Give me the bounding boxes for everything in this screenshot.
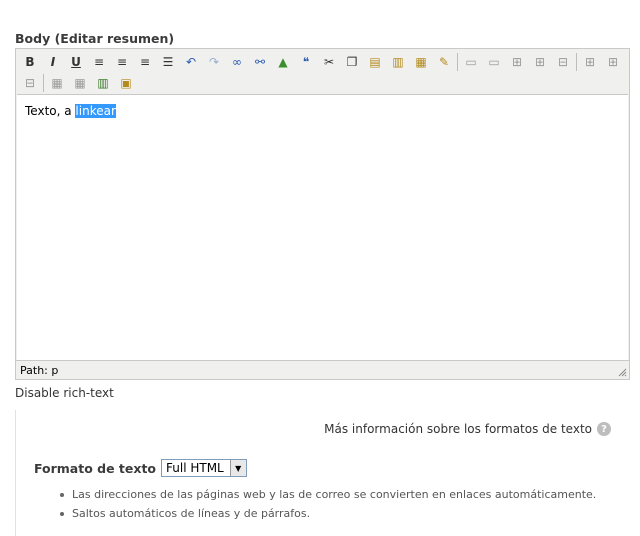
paste-text-button[interactable]: ▥ — [388, 52, 408, 72]
copy-button[interactable]: ❐ — [342, 52, 362, 72]
table-cell-icon: ▭ — [488, 55, 500, 69]
split-cells-button[interactable]: ▦ — [47, 73, 67, 93]
cut-button[interactable]: ✂ — [319, 52, 339, 72]
editor-content-area[interactable]: Texto, a linkear — [17, 94, 628, 361]
paste-icon: ▤ — [369, 55, 381, 69]
format-tips-link[interactable]: Más información sobre los formatos de te… — [324, 422, 611, 436]
delete-col-icon: ⊟ — [24, 76, 36, 90]
align-justify-button[interactable]: ☰ — [158, 52, 178, 72]
underline-icon: U — [71, 55, 81, 69]
film-icon: ▥ — [97, 76, 109, 90]
align-center-icon: ≡ — [116, 55, 128, 69]
unlink-icon: ⚯ — [254, 55, 266, 69]
undo-button[interactable]: ↶ — [181, 52, 201, 72]
paste-word-button[interactable]: ▦ — [411, 52, 431, 72]
insert-col-after-button[interactable]: ⊞ — [603, 52, 623, 72]
image-properties-icon: ▣ — [120, 76, 132, 90]
quote-icon: ❝ — [302, 55, 310, 69]
paste-button[interactable]: ▤ — [365, 52, 385, 72]
copy-icon: ❐ — [346, 55, 358, 69]
body-field-label: Body (Editar resumen) — [15, 31, 174, 46]
delete-row-icon: ⊟ — [557, 55, 569, 69]
col-before-icon: ⊞ — [584, 55, 596, 69]
cleanup-button[interactable]: ✎ — [434, 52, 454, 72]
align-right-icon: ≡ — [139, 55, 151, 69]
paste-word-icon: ▦ — [415, 55, 427, 69]
delete-col-button[interactable]: ⊟ — [20, 73, 40, 93]
editor-text: Texto, a — [25, 104, 76, 118]
image-properties-button[interactable]: ▣ — [116, 73, 136, 93]
table-row-props-button[interactable]: ▭ — [461, 52, 481, 72]
format-selected-value: Full HTML — [166, 461, 224, 475]
body-label: Body — [15, 31, 51, 46]
align-justify-icon: ☰ — [162, 55, 174, 69]
table-cell-props-button[interactable]: ▭ — [484, 52, 504, 72]
resize-grip-icon[interactable] — [617, 367, 627, 377]
unlink-button[interactable]: ⚯ — [250, 52, 270, 72]
format-label: Formato de texto — [34, 460, 157, 476]
toolbar-separator — [576, 53, 577, 71]
editor-toolbar: B I U ≡ ≡ ≡ ☰ ↶ ↷ ∞ ⚯ ▲ ❝ ✂ ❐ ▤ ▥ ▦ ✎ ▭ ▭ ⊞ ⊞ ⊟ ⊞ ⊞ ⊟ ▦ ▦ ▥ ▣ — [16, 49, 629, 94]
italic-icon: I — [50, 55, 56, 69]
merge-cells-icon: ▦ — [74, 76, 86, 90]
toolbar-separator — [43, 74, 44, 92]
insert-row-after-button[interactable]: ⊞ — [530, 52, 550, 72]
editor-statusbar: Path: p — [16, 360, 629, 379]
align-center-button[interactable]: ≡ — [112, 52, 132, 72]
row-after-icon: ⊞ — [534, 55, 546, 69]
element-path: Path: p — [20, 363, 59, 377]
rich-text-editor: B I U ≡ ≡ ≡ ☰ ↶ ↷ ∞ ⚯ ▲ ❝ ✂ ❐ ▤ ▥ ▦ ✎ ▭ ▭ ⊞ ⊞ ⊟ ⊞ ⊞ ⊟ ▦ ▦ ▥ ▣ Texto, … — [15, 48, 630, 380]
text-format-fieldset: Más información sobre los formatos de te… — [15, 410, 631, 536]
link-icon: ∞ — [232, 55, 242, 69]
edit-source-icon: ✎ — [438, 55, 450, 69]
split-cells-icon: ▦ — [51, 76, 63, 90]
align-left-button[interactable]: ≡ — [89, 52, 109, 72]
format-select[interactable]: Full HTML ▼ — [161, 459, 247, 477]
more-info-label: Más información sobre los formatos de te… — [324, 422, 592, 436]
undo-icon: ↶ — [185, 55, 197, 69]
link-button[interactable]: ∞ — [227, 52, 247, 72]
merge-cells-button[interactable]: ▦ — [70, 73, 90, 93]
redo-icon: ↷ — [208, 55, 220, 69]
row-before-icon: ⊞ — [511, 55, 523, 69]
toolbar-row-1: B I U ≡ ≡ ≡ ☰ ↶ ↷ ∞ ⚯ ▲ ❝ ✂ ❐ ▤ ▥ ▦ ✎ ▭ ▭ ⊞ ⊞ ⊟ ⊞ ⊞ — [20, 52, 626, 72]
bold-icon: B — [25, 55, 35, 69]
insert-col-before-button[interactable]: ⊞ — [580, 52, 600, 72]
edit-summary-link[interactable]: (Editar resumen) — [55, 31, 175, 46]
blockquote-button[interactable]: ❝ — [296, 52, 316, 72]
image-icon: ▲ — [278, 55, 288, 69]
format-tips-list: Las direcciones de las páginas web y las… — [59, 485, 596, 523]
col-after-icon: ⊞ — [607, 55, 619, 69]
redo-button[interactable]: ↷ — [204, 52, 224, 72]
paste-text-icon: ▥ — [392, 55, 404, 69]
underline-button[interactable]: U — [66, 52, 86, 72]
insert-row-before-button[interactable]: ⊞ — [507, 52, 527, 72]
bold-button[interactable]: B — [20, 52, 40, 72]
delete-row-button[interactable]: ⊟ — [553, 52, 573, 72]
align-right-button[interactable]: ≡ — [135, 52, 155, 72]
toolbar-separator — [457, 53, 458, 71]
editor-paragraph[interactable]: Texto, a linkear — [25, 104, 116, 118]
help-icon[interactable]: ? — [597, 422, 611, 436]
chevron-down-icon[interactable]: ▼ — [229, 460, 246, 476]
selected-text[interactable]: linkear — [75, 104, 116, 118]
list-item: Las direcciones de las páginas web y las… — [59, 485, 596, 504]
italic-button[interactable]: I — [43, 52, 63, 72]
table-row-icon: ▭ — [465, 55, 477, 69]
list-item: Saltos automáticos de líneas y de párraf… — [59, 504, 596, 523]
insert-media-button[interactable]: ▥ — [93, 73, 113, 93]
format-selector-row: Formato de texto Full HTML ▼ — [34, 459, 247, 477]
scissors-icon: ✂ — [323, 55, 335, 69]
toolbar-row-2: ⊟ ▦ ▦ ▥ ▣ — [20, 73, 139, 93]
insert-image-button[interactable]: ▲ — [273, 52, 293, 72]
disable-rich-text-link[interactable]: Disable rich-text — [15, 386, 114, 400]
align-left-icon: ≡ — [93, 55, 105, 69]
